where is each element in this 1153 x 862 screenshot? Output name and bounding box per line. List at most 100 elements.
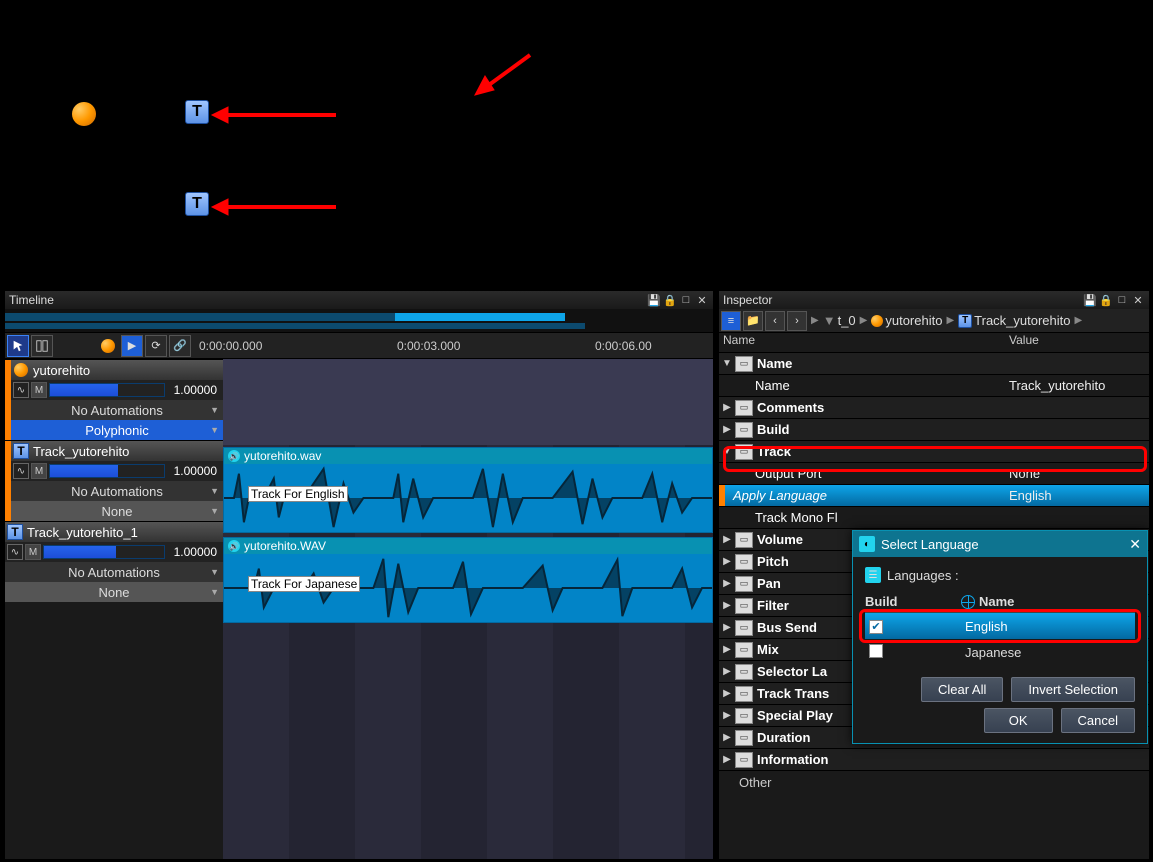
orange-ball-icon [72, 102, 96, 126]
track-name: Track_yutorehito_1 [25, 525, 221, 540]
mode-dropdown[interactable]: Polyphonic▼ [11, 420, 223, 440]
track-header[interactable]: T Track_yutorehito_1 ∿ M 1.00000 No Auto… [5, 521, 223, 602]
breadcrumb: ≡ 📁 ‹ › ▶ ▼ t_0 ▶ yutorehito ▶ T Track_y… [719, 309, 1149, 333]
language-name: Japanese [961, 645, 1135, 660]
dialog-heading: Languages : [887, 568, 959, 583]
orange-ball-icon [13, 362, 29, 378]
maximize-icon[interactable]: □ [1115, 293, 1129, 307]
inspector-property[interactable]: Apply LanguageEnglish [719, 485, 1149, 507]
mute-button[interactable]: M [31, 382, 47, 398]
dialog-title: Select Language [881, 537, 979, 552]
track-name: yutorehito [31, 363, 221, 378]
clip-label: Track For English [248, 486, 348, 502]
record-icon[interactable] [97, 335, 119, 357]
list-button[interactable]: ≡ [721, 311, 741, 331]
track-header[interactable]: T Track_yutorehito ∿ M 1.00000 No Automa… [5, 440, 223, 521]
language-name: English [961, 619, 1135, 634]
save-icon[interactable]: 💾 [647, 293, 661, 307]
close-icon[interactable]: ✕ [695, 293, 709, 307]
save-icon[interactable]: 💾 [1083, 293, 1097, 307]
automation-dropdown[interactable]: No Automations▼ [11, 400, 223, 420]
audio-clip[interactable]: 🔊 yutorehito.wav Track For English [223, 447, 713, 533]
timeline-toolbar: ▶ ⟳ 🔗 0:00:00.000 0:00:03.000 0:00:06.00 [5, 333, 713, 359]
languages-icon: ☰ [865, 567, 881, 583]
folder-button[interactable]: 📁 [743, 311, 763, 331]
lock-icon[interactable]: 🔒 [1099, 293, 1113, 307]
breadcrumb-item[interactable]: yutorehito [871, 313, 942, 328]
track-header[interactable]: yutorehito ∿ M 1.00000 No Automations▼ P… [5, 359, 223, 440]
mute-button[interactable]: M [31, 463, 47, 479]
timeline-title: Timeline [9, 293, 54, 307]
globe-icon [961, 595, 975, 609]
language-checkbox[interactable]: ✔ [869, 620, 883, 634]
mode-dropdown[interactable]: None▼ [5, 582, 223, 602]
volume-slider[interactable] [43, 545, 165, 559]
inspector-section[interactable]: ▼▭Track [719, 441, 1149, 463]
annotation-arrow [210, 197, 340, 217]
timeline-overview[interactable] [5, 309, 713, 333]
language-table-header: Build Name [865, 591, 1135, 613]
breadcrumb-item[interactable]: T Track_yutorehito [958, 313, 1070, 328]
inspector-header: Inspector 💾 🔒 □ ✕ [719, 291, 1149, 309]
track-type-icon: T [185, 192, 209, 216]
clip-filename: yutorehito.WAV [244, 539, 326, 553]
cancel-button[interactable]: Cancel [1061, 708, 1135, 733]
lock-icon[interactable]: 🔒 [663, 293, 677, 307]
volume-slider[interactable] [49, 464, 165, 478]
invert-selection-button[interactable]: Invert Selection [1011, 677, 1135, 702]
clip-filename: yutorehito.wav [244, 449, 321, 463]
select-language-dialog: ◐ Select Language ✕ ☰ Languages : Build … [852, 530, 1148, 744]
inspector-section[interactable]: ▼▭Name [719, 353, 1149, 375]
inspector-title: Inspector [723, 293, 772, 307]
inspector-property[interactable]: Track Mono Fl [719, 507, 1149, 529]
annotation-arrow [470, 50, 540, 100]
annotation-arrow [210, 105, 340, 125]
loop-button[interactable]: ⟳ [145, 335, 167, 357]
automation-dropdown[interactable]: No Automations▼ [5, 562, 223, 582]
track-type-icon: T [7, 524, 23, 540]
volume-slider[interactable] [49, 383, 165, 397]
dialog-icon: ◐ [859, 536, 875, 552]
play-button[interactable]: ▶ [121, 335, 143, 357]
inspector-section[interactable]: ▶▭Comments [719, 397, 1149, 419]
ok-button[interactable]: OK [984, 708, 1053, 733]
track-area[interactable]: 🔊 yutorehito.wav Track For English 🔊 yut… [223, 359, 713, 859]
maximize-icon[interactable]: □ [679, 293, 693, 307]
dialog-titlebar[interactable]: ◐ Select Language ✕ [853, 531, 1147, 557]
breadcrumb-item[interactable]: ▼ t_0 [823, 313, 856, 328]
close-icon[interactable]: ✕ [1129, 536, 1141, 553]
link-button[interactable]: 🔗 [169, 335, 191, 357]
timeline-panel: Timeline 💾 🔒 □ ✕ ▶ ⟳ 🔗 0:00:00.000 0:00:… [4, 290, 714, 860]
inspector-section[interactable]: ▶▭Information [719, 749, 1149, 771]
language-checkbox[interactable] [869, 644, 883, 658]
track-type-icon: T [185, 100, 209, 124]
wave-icon[interactable]: ∿ [13, 463, 29, 479]
clear-all-button[interactable]: Clear All [921, 677, 1003, 702]
wave-icon[interactable]: ∿ [7, 544, 23, 560]
forward-button[interactable]: › [787, 311, 807, 331]
audio-icon: 🔊 [228, 540, 240, 552]
language-row[interactable]: ✔ English [865, 613, 1135, 639]
track-headers: yutorehito ∿ M 1.00000 No Automations▼ P… [5, 359, 223, 859]
snap-tool-button[interactable] [31, 335, 53, 357]
language-row[interactable]: Japanese [865, 639, 1135, 665]
close-icon[interactable]: ✕ [1131, 293, 1145, 307]
volume-value: 1.00000 [167, 464, 221, 478]
pointer-tool-button[interactable] [7, 335, 29, 357]
back-button[interactable]: ‹ [765, 311, 785, 331]
inspector-property[interactable]: Output PortNone [719, 463, 1149, 485]
mute-button[interactable]: M [25, 544, 41, 560]
track-type-icon: T [13, 443, 29, 459]
volume-value: 1.00000 [167, 545, 221, 559]
track-name: Track_yutorehito [31, 444, 221, 459]
wave-icon[interactable]: ∿ [13, 382, 29, 398]
clip-label: Track For Japanese [248, 576, 360, 592]
inspector-property[interactable]: NameTrack_yutorehito [719, 375, 1149, 397]
mode-dropdown[interactable]: None▼ [11, 501, 223, 521]
timeline-ruler[interactable]: 0:00:00.000 0:00:03.000 0:00:06.00 [193, 335, 711, 357]
audio-clip[interactable]: 🔊 yutorehito.WAV Track For Japanese [223, 537, 713, 623]
automation-dropdown[interactable]: No Automations▼ [11, 481, 223, 501]
audio-icon: 🔊 [228, 450, 240, 462]
inspector-columns: Name Value [719, 333, 1149, 353]
inspector-section[interactable]: ▶▭Build [719, 419, 1149, 441]
